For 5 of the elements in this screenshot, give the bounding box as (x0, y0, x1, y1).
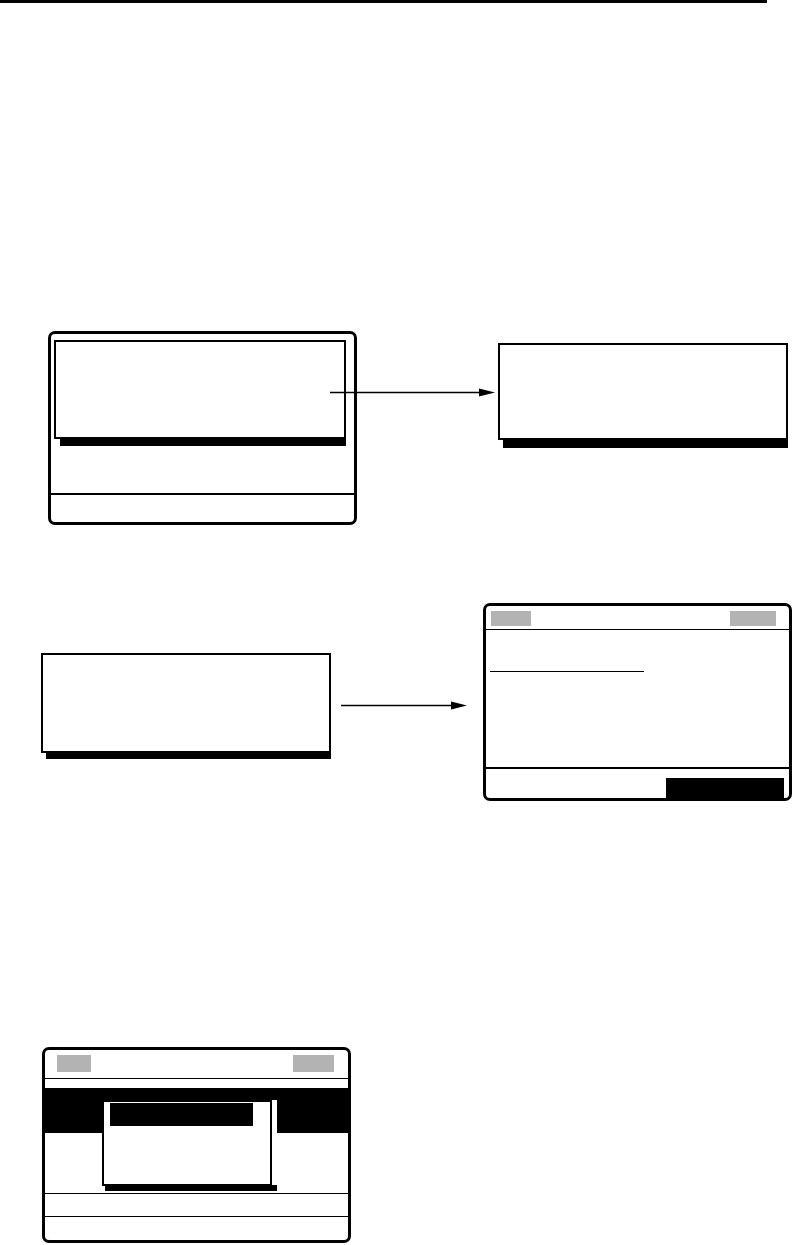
softkey[interactable] (666, 778, 784, 798)
status-indicator (491, 611, 531, 626)
status-indicator (293, 1055, 334, 1072)
status-indicator (730, 611, 776, 626)
status-indicator (57, 1055, 91, 1072)
